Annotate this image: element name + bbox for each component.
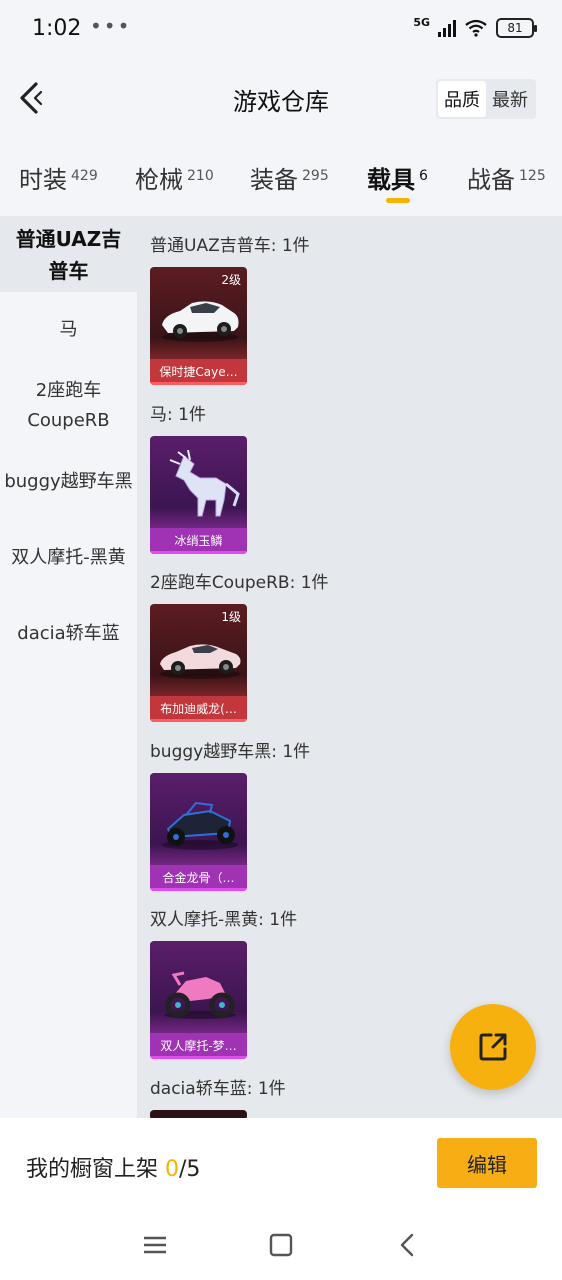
item-name: 合金龙骨（… — [150, 865, 247, 891]
tab-count: 6 — [419, 168, 428, 184]
share-icon — [479, 1033, 507, 1061]
sports-car-icon — [160, 644, 241, 679]
showcase-current-count: 0 — [165, 1157, 179, 1182]
battery-icon: 81 — [496, 18, 537, 38]
item-card[interactable] — [150, 1110, 247, 1118]
item-card[interactable]: 合金龙骨（… — [150, 773, 247, 891]
item-card[interactable]: 2级 保时捷Caye… — [150, 267, 247, 385]
menu-icon — [144, 1236, 166, 1254]
sidebar-item-label: 普通UAZ吉普车 — [15, 227, 122, 283]
network-label: 5G — [413, 15, 430, 29]
sort-toggle: 品质 最新 — [436, 79, 536, 119]
tab-count: 429 — [71, 168, 98, 184]
buggy-icon — [162, 801, 238, 850]
home-nav-button[interactable] — [266, 1230, 296, 1260]
tab-equipment[interactable]: 装备 295 — [250, 160, 329, 195]
group-title: 双人摩托-黑黄: 1件 — [150, 910, 298, 930]
system-navigation-bar — [0, 1210, 562, 1280]
status-bar: 1:02 ••• 5G 81 — [0, 0, 562, 60]
sidebar-item-label: dacia轿车蓝 — [17, 623, 120, 644]
header: 游戏仓库 品质 最新 — [0, 60, 562, 135]
sidebar-item-coupe[interactable]: 2座跑车CoupeRB — [0, 368, 137, 444]
showcase-status: 我的橱窗上架 0/5 — [26, 1151, 200, 1183]
back-nav-button[interactable] — [393, 1230, 423, 1260]
showcase-max-count: /5 — [179, 1157, 201, 1182]
vehicle-type-sidebar: 普通UAZ吉普车 马 2座跑车CoupeRB buggy越野车黑 双人摩托-黑黄… — [0, 216, 137, 1118]
sidebar-item-label: 马 — [59, 319, 78, 340]
tab-label: 时装 — [19, 166, 67, 194]
group-title: dacia轿车蓝: 1件 — [150, 1079, 286, 1099]
group-title: 马: 1件 — [150, 405, 206, 425]
sidebar-item-horse[interactable]: 马 — [0, 292, 137, 368]
item-card[interactable]: 双人摩托-梦… — [150, 941, 247, 1059]
tab-combat-gear[interactable]: 战备 125 — [467, 160, 546, 195]
tab-guns[interactable]: 枪械 210 — [135, 160, 214, 195]
item-name: 冰绡玉鳞 — [150, 528, 247, 554]
tab-vehicles[interactable]: 载具 6 — [367, 160, 428, 195]
tab-label: 装备 — [250, 166, 298, 194]
sidebar-item-label: buggy越野车黑 — [4, 471, 133, 492]
wifi-icon — [465, 19, 487, 37]
sidebar-item-label: 2座跑车CoupeRB — [27, 380, 110, 431]
group-title: buggy越野车黑: 1件 — [150, 742, 311, 762]
tab-label: 枪械 — [135, 166, 183, 194]
active-tab-indicator — [386, 198, 410, 203]
tab-count: 295 — [302, 168, 329, 184]
group-title: 普通UAZ吉普车: 1件 — [150, 236, 310, 256]
tab-count: 210 — [187, 168, 214, 184]
sort-quality-button[interactable]: 品质 — [438, 81, 486, 117]
item-name: 布加迪威龙(… — [150, 696, 247, 722]
item-name: 双人摩托-梦… — [150, 1033, 247, 1059]
status-more-icon: ••• — [90, 14, 132, 38]
motorcycle-icon — [164, 971, 236, 1019]
home-square-icon — [269, 1233, 293, 1257]
sidebar-item-motorcycle[interactable]: 双人摩托-黑黄 — [0, 520, 137, 596]
tab-count: 125 — [519, 168, 546, 184]
tab-label: 载具 — [367, 166, 415, 194]
item-name: 保时捷Caye… — [150, 359, 247, 385]
back-chevron-icon — [400, 1233, 414, 1257]
menu-nav-button[interactable] — [140, 1230, 170, 1260]
item-card[interactable]: 冰绡玉鳞 — [150, 436, 247, 554]
group-title: 2座跑车CoupeRB: 1件 — [150, 573, 329, 593]
sidebar-item-dacia[interactable]: dacia轿车蓝 — [0, 596, 137, 672]
category-tabs: 时装 429 枪械 210 装备 295 载具 6 战备 125 — [0, 150, 562, 216]
crystal-horse-icon — [169, 450, 240, 517]
tab-label: 战备 — [467, 166, 515, 194]
showcase-label: 我的橱窗上架 — [26, 1157, 165, 1182]
sidebar-item-buggy[interactable]: buggy越野车黑 — [0, 444, 137, 520]
sidebar-item-label: 双人摩托-黑黄 — [11, 547, 126, 568]
share-button[interactable] — [450, 1004, 536, 1090]
tab-fashion[interactable]: 时装 429 — [19, 160, 98, 195]
edit-button[interactable]: 编辑 — [437, 1138, 537, 1188]
item-list: 普通UAZ吉普车: 1件 2级 保时捷Caye… 马: 1件 冰绡玉鳞 2座跑车… — [137, 216, 562, 1118]
sort-latest-button[interactable]: 最新 — [486, 81, 534, 117]
sidebar-item-uaz[interactable]: 普通UAZ吉普车 — [0, 216, 137, 292]
item-card[interactable]: 1级 布加迪威龙(… — [150, 604, 247, 722]
suv-car-icon — [162, 301, 239, 342]
status-time: 1:02 — [32, 16, 82, 41]
signal-icon — [438, 19, 456, 37]
status-icons: 5G 81 — [413, 15, 537, 38]
showcase-bar: 我的橱窗上架 0/5 编辑 — [0, 1118, 562, 1210]
